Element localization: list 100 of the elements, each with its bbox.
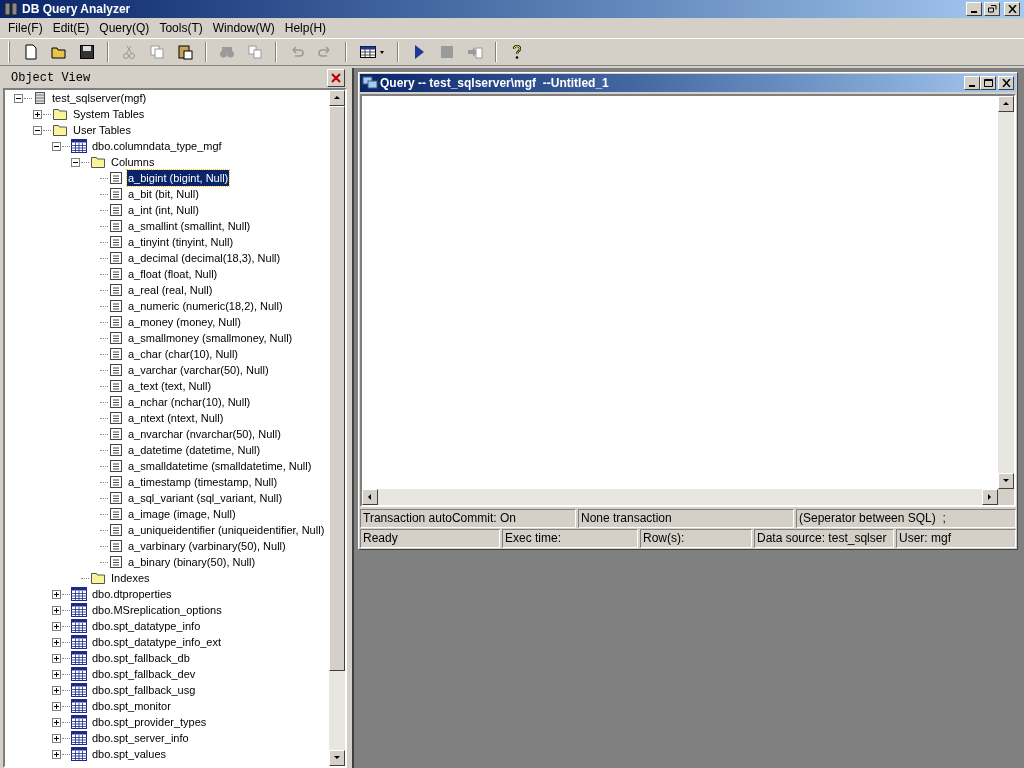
- restore-button[interactable]: [984, 2, 1000, 16]
- restore-icon: [987, 5, 997, 13]
- expand-toggle[interactable]: [52, 621, 61, 631]
- tree-item[interactable]: dbo.spt_monitor: [91, 698, 172, 714]
- maximize-icon: [983, 79, 993, 87]
- tree-item[interactable]: dbo.spt_server_info: [91, 730, 190, 746]
- tree-item[interactable]: a_timestamp (timestamp, Null): [127, 474, 279, 490]
- table-icon: [71, 139, 87, 153]
- tree-item[interactable]: dbo.spt_values: [91, 746, 167, 762]
- horizontal-scrollbar[interactable]: [362, 489, 998, 505]
- tree-item[interactable]: a_decimal (decimal(18,3), Null): [127, 250, 282, 266]
- tree-item[interactable]: dbo.spt_fallback_db: [91, 650, 191, 666]
- scroll-up-button[interactable]: [998, 96, 1014, 112]
- app-icon: [4, 2, 18, 16]
- table-icon: [71, 747, 87, 761]
- expand-toggle[interactable]: [52, 749, 61, 759]
- collapse-toggle[interactable]: [33, 125, 42, 135]
- tree-item[interactable]: a_ntext (ntext, Null): [127, 410, 225, 426]
- column-icon: [109, 171, 123, 185]
- tree-item[interactable]: a_nchar (nchar(10), Null): [127, 394, 252, 410]
- tree-item[interactable]: a_smallint (smallint, Null): [127, 218, 252, 234]
- tree-item[interactable]: Columns: [110, 154, 156, 170]
- close-button[interactable]: [998, 76, 1014, 90]
- tree-item[interactable]: a_money (money, Null): [127, 314, 242, 330]
- tree-item[interactable]: dbo.spt_fallback_dev: [91, 666, 197, 682]
- table-icon: [71, 603, 87, 617]
- column-icon: [109, 283, 123, 297]
- tree-item[interactable]: a_real (real, Null): [127, 282, 214, 298]
- status-panel: Data source: test_sqlser: [754, 529, 894, 548]
- close-icon: [331, 73, 341, 83]
- expand-toggle[interactable]: [52, 669, 61, 679]
- expand-toggle[interactable]: [52, 685, 61, 695]
- tree-item[interactable]: User Tables: [72, 122, 132, 138]
- tree-item[interactable]: a_float (float, Null): [127, 266, 219, 282]
- tree-item[interactable]: a_text (text, Null): [127, 378, 213, 394]
- tree-item[interactable]: a_bit (bit, Null): [127, 186, 200, 202]
- minimize-button[interactable]: [966, 2, 982, 16]
- menu-item[interactable]: File(F): [4, 19, 47, 37]
- expand-toggle[interactable]: [52, 717, 61, 727]
- menu-item[interactable]: Edit(E): [48, 19, 94, 37]
- close-button[interactable]: [1004, 2, 1020, 16]
- tree-item[interactable]: dbo.MSreplication_options: [91, 602, 223, 618]
- tree-item[interactable]: dbo.spt_provider_types: [91, 714, 208, 730]
- column-icon: [109, 539, 123, 553]
- expand-toggle[interactable]: [52, 637, 61, 647]
- collapse-toggle[interactable]: [14, 93, 23, 103]
- scroll-down-button[interactable]: [329, 750, 345, 766]
- tree-item[interactable]: a_sql_variant (sql_variant, Null): [127, 490, 284, 506]
- expand-toggle[interactable]: [33, 109, 42, 119]
- tree-item[interactable]: System Tables: [72, 106, 146, 122]
- plus-icon: [53, 702, 60, 710]
- tree-item[interactable]: a_smallmoney (smallmoney, Null): [127, 330, 294, 346]
- tree-item[interactable]: a_binary (binary(50), Null): [127, 554, 257, 570]
- tree-item[interactable]: a_int (int, Null): [127, 202, 200, 218]
- tree-item[interactable]: a_uniqueidentifier (uniqueidentifier, Null): [127, 522, 326, 538]
- scroll-up-button[interactable]: [329, 90, 345, 106]
- tree-item[interactable]: test_sqlserver(mgf): [51, 90, 148, 106]
- tree-item[interactable]: dbo.spt_fallback_usg: [91, 682, 197, 698]
- scroll-right-button[interactable]: [982, 489, 998, 505]
- column-icon: [109, 315, 123, 329]
- table-icon: [71, 731, 87, 745]
- tree-item[interactable]: dbo.spt_datatype_info_ext: [91, 634, 223, 650]
- tree-item[interactable]: a_char (char(10), Null): [127, 346, 240, 362]
- expand-toggle[interactable]: [52, 653, 61, 663]
- tree-item[interactable]: a_nvarchar (nvarchar(50), Null): [127, 426, 282, 442]
- menu-item[interactable]: Tools(T): [155, 19, 207, 37]
- expand-toggle[interactable]: [52, 589, 61, 599]
- scroll-left-button[interactable]: [362, 489, 378, 505]
- menu-item[interactable]: Query(Q): [95, 19, 154, 37]
- collapse-toggle[interactable]: [71, 157, 80, 167]
- tree-item[interactable]: a_bigint (bigint, Null): [127, 170, 230, 186]
- column-icon: [109, 523, 123, 537]
- expand-toggle[interactable]: [52, 733, 61, 743]
- table-icon: [71, 715, 87, 729]
- tree-item[interactable]: a_image (image, Null): [127, 506, 237, 522]
- maximize-button[interactable]: [980, 76, 996, 90]
- column-icon: [109, 443, 123, 457]
- menu-item[interactable]: Help(H): [280, 19, 331, 37]
- plus-icon: [53, 718, 60, 726]
- tree-item[interactable]: a_varbinary (varbinary(50), Null): [127, 538, 287, 554]
- tree-item[interactable]: a_varchar (varchar(50), Null): [127, 362, 270, 378]
- menu-item[interactable]: Window(W): [208, 19, 279, 37]
- vertical-scrollbar[interactable]: [329, 90, 345, 766]
- vertical-scrollbar[interactable]: [998, 96, 1014, 489]
- scroll-thumb[interactable]: [329, 106, 345, 671]
- expand-toggle[interactable]: [52, 701, 61, 711]
- tree-item[interactable]: a_tinyint (tinyint, Null): [127, 234, 235, 250]
- collapse-toggle[interactable]: [52, 141, 61, 151]
- scroll-down-button[interactable]: [998, 473, 1014, 489]
- tree-item[interactable]: Indexes: [110, 570, 151, 586]
- tree-item[interactable]: a_numeric (numeric(18,2), Null): [127, 298, 284, 314]
- minimize-button[interactable]: [964, 76, 980, 90]
- tree-item[interactable]: a_datetime (datetime, Null): [127, 442, 262, 458]
- close-button[interactable]: [327, 69, 345, 87]
- column-icon: [109, 459, 123, 473]
- tree-item[interactable]: dbo.spt_datatype_info: [91, 618, 202, 634]
- tree-item[interactable]: dbo.dtproperties: [91, 586, 173, 602]
- tree-item[interactable]: dbo.columndata_type_mgf: [91, 138, 223, 154]
- tree-item[interactable]: a_smalldatetime (smalldatetime, Null): [127, 458, 313, 474]
- expand-toggle[interactable]: [52, 605, 61, 615]
